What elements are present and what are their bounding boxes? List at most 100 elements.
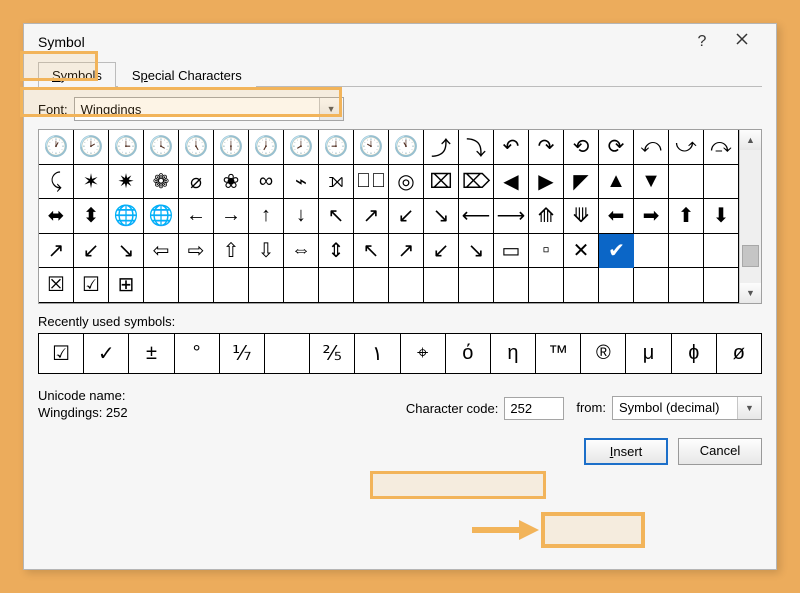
symbol-cell[interactable]: ⇧	[214, 234, 249, 269]
symbol-cell[interactable]: ↖	[319, 199, 354, 234]
symbol-cell[interactable]: ↷	[529, 130, 564, 165]
symbol-cell[interactable]: ❁	[144, 165, 179, 200]
symbol-cell[interactable]: 🕘	[319, 130, 354, 165]
tab-special-characters[interactable]: Special Characters	[118, 62, 256, 87]
symbol-cell[interactable]: ↙	[389, 199, 424, 234]
symbol-cell[interactable]: ⤺	[634, 130, 669, 165]
symbol-cell[interactable]: ↖	[354, 234, 389, 269]
symbol-cell[interactable]: ⬆	[669, 199, 704, 234]
symbol-cell[interactable]: ∞	[249, 165, 284, 200]
symbol-cell[interactable]: ⟱	[564, 199, 599, 234]
symbol-cell[interactable]: ⇩	[249, 234, 284, 269]
symbol-cell[interactable]: ↙	[74, 234, 109, 269]
symbol-cell[interactable]: ▫	[529, 234, 564, 269]
recent-symbol-cell[interactable]: μ	[626, 334, 671, 374]
chevron-down-icon[interactable]: ▼	[319, 98, 343, 120]
symbol-cell[interactable]: ⟲	[564, 130, 599, 165]
symbol-cell[interactable]: 🕑	[74, 130, 109, 165]
recent-symbol-cell[interactable]: ١	[355, 334, 400, 374]
symbol-cell[interactable]: →	[214, 199, 249, 234]
symbol-cell[interactable]: 🕒	[109, 130, 144, 165]
symbol-cell[interactable]: ⌁	[284, 165, 319, 200]
symbol-cell[interactable]: ▲	[599, 165, 634, 200]
symbol-cell[interactable]: ▼	[634, 165, 669, 200]
symbol-cell[interactable]: 🕗	[284, 130, 319, 165]
symbol-cell[interactable]: ⟰	[529, 199, 564, 234]
symbol-cell[interactable]: 🕚	[389, 130, 424, 165]
symbol-cell[interactable]: ↗	[39, 234, 74, 269]
recent-symbol-cell[interactable]: ®	[581, 334, 626, 374]
recent-symbol-cell[interactable]: η	[491, 334, 536, 374]
scroll-up-icon[interactable]: ▲	[740, 130, 761, 150]
chevron-down-icon[interactable]: ▼	[737, 397, 761, 419]
symbol-cell[interactable]: ⌀⃠	[354, 165, 389, 200]
symbol-cell[interactable]: ⤼	[704, 130, 739, 165]
symbol-cell[interactable]: ⇦	[144, 234, 179, 269]
cancel-button[interactable]: Cancel	[678, 438, 762, 465]
symbol-cell[interactable]: ⤵	[459, 130, 494, 165]
recent-symbol-cell[interactable]: ☑	[39, 334, 84, 374]
symbol-cell[interactable]: ☑	[74, 268, 109, 303]
symbol-cell[interactable]: ✷	[109, 165, 144, 200]
symbol-cell[interactable]: ↶	[494, 130, 529, 165]
symbol-cell[interactable]: ←	[179, 199, 214, 234]
symbol-cell[interactable]: ▶	[529, 165, 564, 200]
symbol-cell[interactable]: ⬅	[599, 199, 634, 234]
symbol-cell[interactable]: ↘	[459, 234, 494, 269]
symbol-cell[interactable]: ⟶	[494, 199, 529, 234]
symbol-cell[interactable]: ↘	[424, 199, 459, 234]
symbol-cell[interactable]: ↘	[109, 234, 144, 269]
symbol-cell[interactable]: 🕖	[249, 130, 284, 165]
insert-button[interactable]: Insert	[584, 438, 668, 465]
scroll-down-icon[interactable]: ▼	[740, 283, 761, 303]
recent-symbol-cell[interactable]: ✓	[84, 334, 129, 374]
font-select[interactable]: Wingdings ▼	[74, 97, 344, 121]
symbol-cell[interactable]: ⤴	[424, 130, 459, 165]
recent-symbol-cell[interactable]: ⅐	[220, 334, 265, 374]
symbol-cell[interactable]: ⤹	[39, 165, 74, 200]
help-button[interactable]: ?	[682, 33, 722, 51]
char-code-input[interactable]	[504, 397, 564, 420]
symbol-cell[interactable]: 🕓	[144, 130, 179, 165]
recent-symbol-cell[interactable]: ό	[446, 334, 491, 374]
symbol-cell[interactable]: ⌧	[424, 165, 459, 200]
recent-symbol-cell[interactable]: °	[175, 334, 220, 374]
recent-symbol-cell[interactable]: ⅖	[310, 334, 355, 374]
symbol-cell[interactable]: ⇔	[284, 234, 319, 269]
symbol-cell[interactable]: ▭	[494, 234, 529, 269]
symbol-cell[interactable]: ⟵	[459, 199, 494, 234]
symbol-cell[interactable]: ☒	[39, 268, 74, 303]
symbol-cell[interactable]: 🌐	[144, 199, 179, 234]
symbol-cell[interactable]: 🌐	[109, 199, 144, 234]
symbol-cell[interactable]: 🕕	[214, 130, 249, 165]
scroll-track[interactable]	[740, 150, 761, 283]
symbol-cell[interactable]: ⬇	[704, 199, 739, 234]
symbol-cell[interactable]: ⊞	[109, 268, 144, 303]
close-button[interactable]	[722, 32, 762, 51]
symbol-cell[interactable]: ↗	[354, 199, 389, 234]
symbol-cell[interactable]: 🕔	[179, 130, 214, 165]
symbol-cell[interactable]: ⟕	[319, 165, 354, 200]
symbol-cell[interactable]: ✔	[599, 234, 634, 269]
symbol-cell[interactable]: 🕙	[354, 130, 389, 165]
symbol-cell[interactable]: ↙	[424, 234, 459, 269]
tab-symbols[interactable]: Symbols	[38, 62, 116, 87]
symbol-cell[interactable]: ✶	[74, 165, 109, 200]
from-select[interactable]: Symbol (decimal) ▼	[612, 396, 762, 420]
scroll-thumb[interactable]	[742, 245, 759, 267]
recent-symbol-cell[interactable]: ™	[536, 334, 581, 374]
symbol-cell[interactable]: ⇕	[319, 234, 354, 269]
symbol-cell[interactable]: 🕐	[39, 130, 74, 165]
symbol-cell[interactable]: ◀	[494, 165, 529, 200]
symbol-cell[interactable]: ⇨	[179, 234, 214, 269]
recent-symbol-cell[interactable]: ɸ	[672, 334, 717, 374]
symbol-cell[interactable]: ↓	[284, 199, 319, 234]
symbol-cell[interactable]: ✕	[564, 234, 599, 269]
symbol-cell[interactable]: ↗	[389, 234, 424, 269]
symbol-cell[interactable]: ◎	[389, 165, 424, 200]
symbol-cell[interactable]: ⟳	[599, 130, 634, 165]
symbol-cell[interactable]: ➡	[634, 199, 669, 234]
symbol-cell[interactable]: ⬍	[74, 199, 109, 234]
recent-symbol-cell[interactable]: ⌖	[401, 334, 446, 374]
recent-symbol-cell[interactable]: ø	[717, 334, 762, 374]
